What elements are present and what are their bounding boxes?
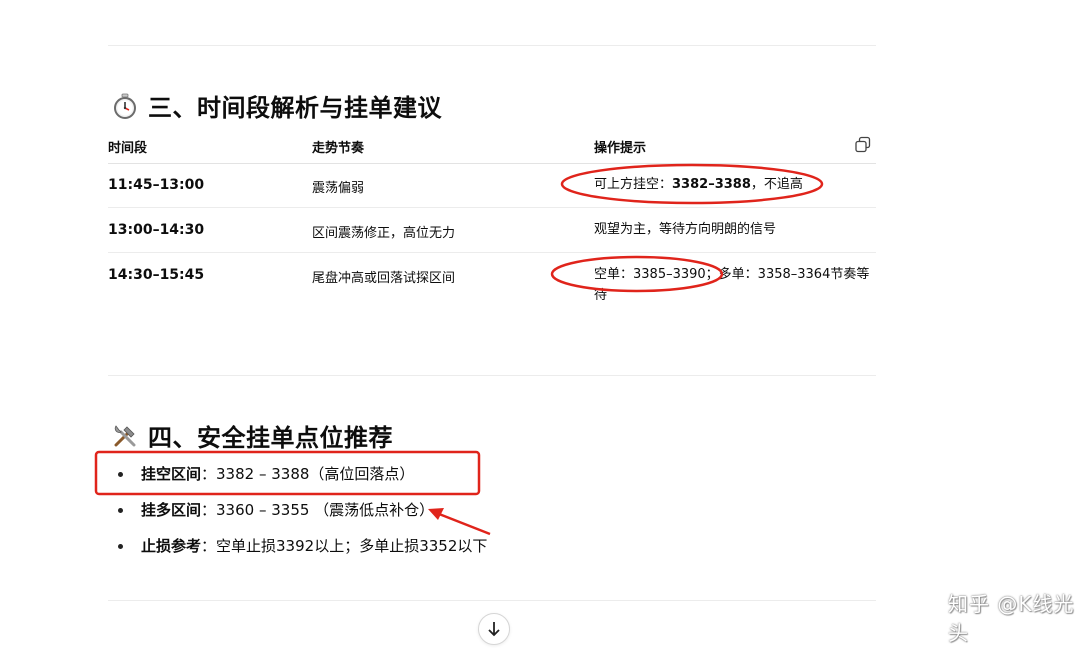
row-time: 11:45–13:00 xyxy=(108,177,205,193)
header-trend: 走势节奏 xyxy=(312,141,365,156)
divider-middle xyxy=(108,375,876,376)
section-4-title: 四、安全挂单点位推荐 xyxy=(148,424,393,452)
watermark: 知乎 @K线光头 xyxy=(948,592,1075,645)
tools-icon xyxy=(114,424,136,446)
row-time: 14:30–15:45 xyxy=(108,267,205,283)
row-tip: 空单：3385–3390；多单：3358–3364节奏等待 xyxy=(594,267,870,303)
table-header: 时间段 走势节奏 操作提示 xyxy=(108,137,876,164)
arrow-down-icon xyxy=(488,622,500,637)
row-trend: 区间震荡修正，高位无力 xyxy=(312,226,456,241)
table-row: 11:45–13:00 震荡偏弱 可上方挂空：3382–3388，不追高 xyxy=(108,163,876,208)
section-3-title: 三、时间段解析与挂单建议 xyxy=(148,94,442,122)
section-4-heading: 四、安全挂单点位推荐 xyxy=(112,418,393,453)
row-time: 13:00–14:30 xyxy=(108,222,205,238)
stopwatch-icon xyxy=(114,93,136,119)
divider-bottom xyxy=(108,600,876,601)
table-row: 13:00–14:30 区间震荡修正，高位无力 观望为主，等待方向明朗的信号 xyxy=(108,208,876,253)
row-tip: 观望为主，等待方向明朗的信号 xyxy=(594,222,777,237)
divider-top xyxy=(108,45,876,46)
table-row: 14:30–15:45 尾盘冲高或回落试探区间 空单：3385–3390；多单：… xyxy=(108,253,876,313)
section-3-heading: 三、时间段解析与挂单建议 xyxy=(112,88,442,123)
list-item: 止损参考：空单止损3392以上；多单止损3352以下 xyxy=(108,532,487,568)
copy-icon[interactable] xyxy=(854,136,872,154)
list-item: 挂多区间：3360 – 3355 （震荡低点补仓） xyxy=(108,496,487,532)
row-trend: 震荡偏弱 xyxy=(312,181,365,196)
scroll-down-button[interactable] xyxy=(478,613,510,645)
header-time: 时间段 xyxy=(108,141,148,156)
recommendation-list: 挂空区间：3382 – 3388（高位回落点） 挂多区间：3360 – 3355… xyxy=(108,460,487,568)
row-trend: 尾盘冲高或回落试探区间 xyxy=(312,271,456,286)
list-item: 挂空区间：3382 – 3388（高位回落点） xyxy=(108,460,487,496)
row-tip: 可上方挂空：3382–3388，不追高 xyxy=(594,177,803,192)
header-tip: 操作提示 xyxy=(594,141,647,156)
